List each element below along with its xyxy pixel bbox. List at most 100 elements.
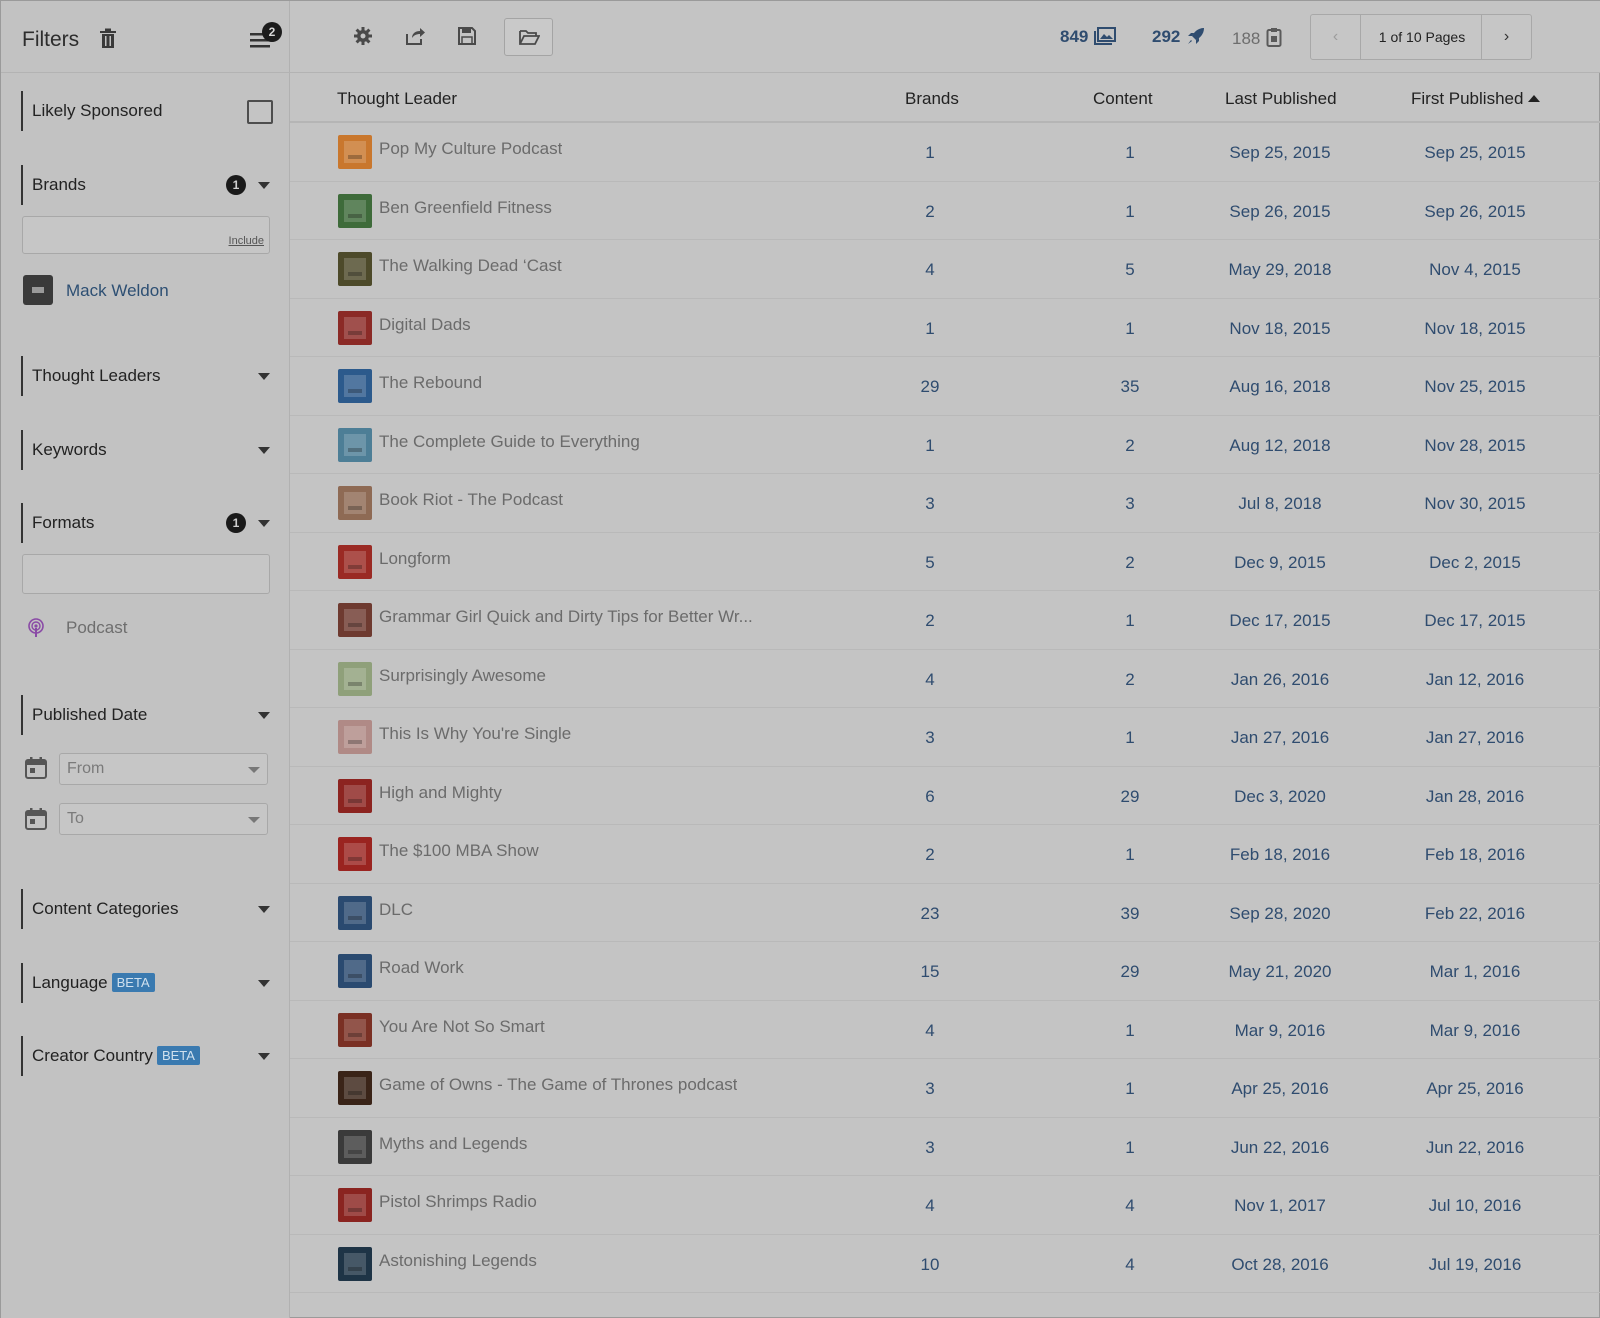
selected-brand[interactable]: Mack Weldon: [66, 281, 169, 301]
first-published-date: Feb 22, 2016: [1424, 903, 1526, 923]
last-published-date: Apr 25, 2016: [1231, 1079, 1329, 1098]
table-row[interactable]: Longform 5 2 Dec 9, 2015 Dec 2, 2015: [290, 533, 1600, 591]
thought-leader-name[interactable]: The Walking Dead ‘Cast: [379, 256, 562, 276]
brands-chevron-down-icon[interactable]: [258, 182, 270, 189]
thought-leader-thumbnail: [338, 720, 372, 754]
brands-count: 29: [920, 377, 940, 396]
content-categories-section[interactable]: Content Categories: [21, 889, 273, 929]
header-last-published[interactable]: Last Published: [1225, 89, 1337, 109]
language-section[interactable]: Language BETA: [21, 963, 273, 1003]
filters-sidebar: Filters 2 Likely Sponsored Brands 1 Incl…: [1, 1, 290, 1318]
table-row[interactable]: The Complete Guide to Everything 1 2 Aug 12…: [290, 416, 1600, 474]
published-date-section[interactable]: Published Date: [21, 695, 273, 735]
last-published-date: Jan 26, 2016: [1230, 669, 1330, 689]
thought-leader-name[interactable]: You Are Not So Smart: [379, 1017, 545, 1037]
thought-leader-name[interactable]: DLC: [379, 900, 413, 920]
thought-leader-thumbnail: [338, 486, 372, 520]
brands-search-input[interactable]: Include: [22, 216, 270, 254]
table-row[interactable]: High and Mighty 6 29 Dec 3, 2020 Jan 28, 201…: [290, 767, 1600, 825]
date-to-select[interactable]: To: [59, 803, 268, 835]
table-row[interactable]: Surprisingly Awesome 4 2 Jan 26, 2016 Jan 12…: [290, 650, 1600, 708]
header-first-published[interactable]: First Published: [1411, 89, 1541, 109]
table-row[interactable]: The $100 MBA Show 2 1 Feb 18, 2016 Feb 18, 2…: [290, 825, 1600, 884]
thought-leader-name[interactable]: Myths and Legends: [379, 1134, 527, 1154]
open-folder-button[interactable]: [504, 18, 553, 56]
folder-open-icon: [519, 30, 540, 45]
content-categories-chevron-down-icon[interactable]: [258, 906, 270, 913]
thought-leader-name[interactable]: This Is Why You're Single: [379, 724, 571, 744]
thought-leader-name[interactable]: Road Work: [379, 958, 464, 978]
table-row[interactable]: The Rebound 29 35 Aug 16, 2018 Nov 25, 2015: [290, 357, 1600, 416]
published-date-chevron-down-icon[interactable]: [258, 712, 270, 719]
formats-section[interactable]: Formats 1: [21, 503, 273, 543]
table-row[interactable]: Ben Greenfield Fitness 2 1 Sep 26, 2015 Sep …: [290, 182, 1600, 240]
brands-count: 4: [925, 1020, 935, 1040]
formats-search-input[interactable]: [22, 554, 270, 594]
header-thought-leader[interactable]: Thought Leader: [337, 89, 457, 109]
thought-leaders-chevron-down-icon[interactable]: [258, 373, 270, 380]
table-row[interactable]: DLC 23 39 Sep 28, 2020 Feb 22, 2016: [290, 884, 1600, 942]
header-brands[interactable]: Brands: [905, 89, 959, 109]
content-count: 5: [1125, 260, 1135, 279]
gear-icon[interactable]: [352, 25, 374, 47]
last-published-date: Sep 28, 2020: [1229, 903, 1331, 923]
last-published-date: Nov 1, 2017: [1234, 1196, 1326, 1215]
thought-leader-name[interactable]: Grammar Girl Quick and Dirty Tips for Be…: [379, 607, 753, 627]
date-from-select[interactable]: From: [59, 753, 268, 785]
creator-country-chevron-down-icon[interactable]: [258, 1053, 270, 1060]
thought-leader-name[interactable]: Surprisingly Awesome: [379, 666, 546, 686]
next-page-button[interactable]: ›: [1481, 15, 1531, 59]
table-row[interactable]: Digital Dads 1 1 Nov 18, 2015 Nov 18, 2015: [290, 299, 1600, 357]
header-content[interactable]: Content: [1093, 89, 1153, 109]
thought-leader-name[interactable]: Digital Dads: [379, 315, 471, 335]
first-published-date: Feb 18, 2016: [1424, 845, 1526, 864]
brands-section[interactable]: Brands 1: [21, 165, 273, 205]
thought-leader-name[interactable]: Book Riot - The Podcast: [379, 490, 563, 510]
trash-icon[interactable]: [99, 28, 117, 49]
language-chevron-down-icon[interactable]: [258, 980, 270, 987]
table-row[interactable]: Pop My Culture Podcast 1 1 Sep 25, 2015 Sep …: [290, 123, 1600, 182]
calendar-icon[interactable]: [24, 756, 48, 780]
thought-leader-name[interactable]: The Complete Guide to Everything: [379, 432, 640, 452]
formats-count-badge: 1: [226, 513, 246, 533]
table-row[interactable]: Grammar Girl Quick and Dirty Tips for Be…: [290, 591, 1600, 650]
thought-leader-name[interactable]: Ben Greenfield Fitness: [379, 198, 552, 218]
table-row[interactable]: Myths and Legends 3 1 Jun 22, 2016 Jun 22, 2…: [290, 1118, 1600, 1176]
table-row[interactable]: Game of Owns - The Game of Thrones podca…: [290, 1059, 1600, 1118]
date-to-placeholder: To: [67, 810, 84, 827]
thought-leaders-section[interactable]: Thought Leaders: [21, 356, 273, 396]
previous-page-button[interactable]: ‹: [1311, 15, 1361, 59]
thought-leader-name[interactable]: The $100 MBA Show: [379, 841, 539, 861]
table-row[interactable]: Astonishing Legends 10 4 Oct 28, 2016 Jul 19…: [290, 1235, 1600, 1293]
keywords-chevron-down-icon[interactable]: [258, 447, 270, 454]
include-toggle[interactable]: Include: [229, 235, 264, 247]
table-row[interactable]: Road Work 15 29 May 21, 2020 Mar 1, 2016: [290, 942, 1600, 1001]
thought-leader-name[interactable]: Pop My Culture Podcast: [379, 139, 562, 159]
table-row[interactable]: You Are Not So Smart 4 1 Mar 9, 2016 Mar 9, …: [290, 1001, 1600, 1059]
thought-leader-name[interactable]: Longform: [379, 549, 451, 569]
likely-sponsored-checkbox[interactable]: [247, 100, 273, 124]
first-published-date: Nov 30, 2015: [1424, 494, 1526, 513]
selected-format[interactable]: Podcast: [66, 618, 127, 638]
formats-chevron-down-icon[interactable]: [258, 520, 270, 527]
thought-leader-name[interactable]: High and Mighty: [379, 783, 502, 803]
thought-leader-name[interactable]: Astonishing Legends: [379, 1251, 537, 1271]
table-row[interactable]: The Walking Dead ‘Cast 4 5 May 29, 2018 Nov …: [290, 240, 1600, 299]
content-count: 2: [1125, 669, 1135, 689]
thought-leader-name[interactable]: The Rebound: [379, 373, 482, 393]
calendar-icon[interactable]: [24, 807, 48, 831]
share-icon[interactable]: [404, 25, 426, 47]
thought-leader-name[interactable]: Game of Owns - The Game of Thrones podca…: [379, 1075, 737, 1095]
save-icon[interactable]: [456, 25, 478, 47]
brands-count: 23: [920, 903, 940, 923]
table-row[interactable]: Pistol Shrimps Radio 4 4 Nov 1, 2017 Jul 10,…: [290, 1176, 1600, 1235]
last-published-date: May 21, 2020: [1228, 962, 1332, 981]
date-from-placeholder: From: [67, 760, 105, 777]
brand-logo: [23, 275, 53, 305]
table-row[interactable]: Book Riot - The Podcast 3 3 Jul 8, 2018 Nov …: [290, 474, 1600, 533]
table-row[interactable]: This Is Why You're Single 3 1 Jan 27, 2016 J…: [290, 708, 1600, 767]
creator-country-section[interactable]: Creator Country BETA: [21, 1036, 273, 1076]
keywords-section[interactable]: Keywords: [21, 430, 273, 470]
thought-leader-name[interactable]: Pistol Shrimps Radio: [379, 1192, 537, 1212]
images-count: 849: [1060, 27, 1089, 46]
